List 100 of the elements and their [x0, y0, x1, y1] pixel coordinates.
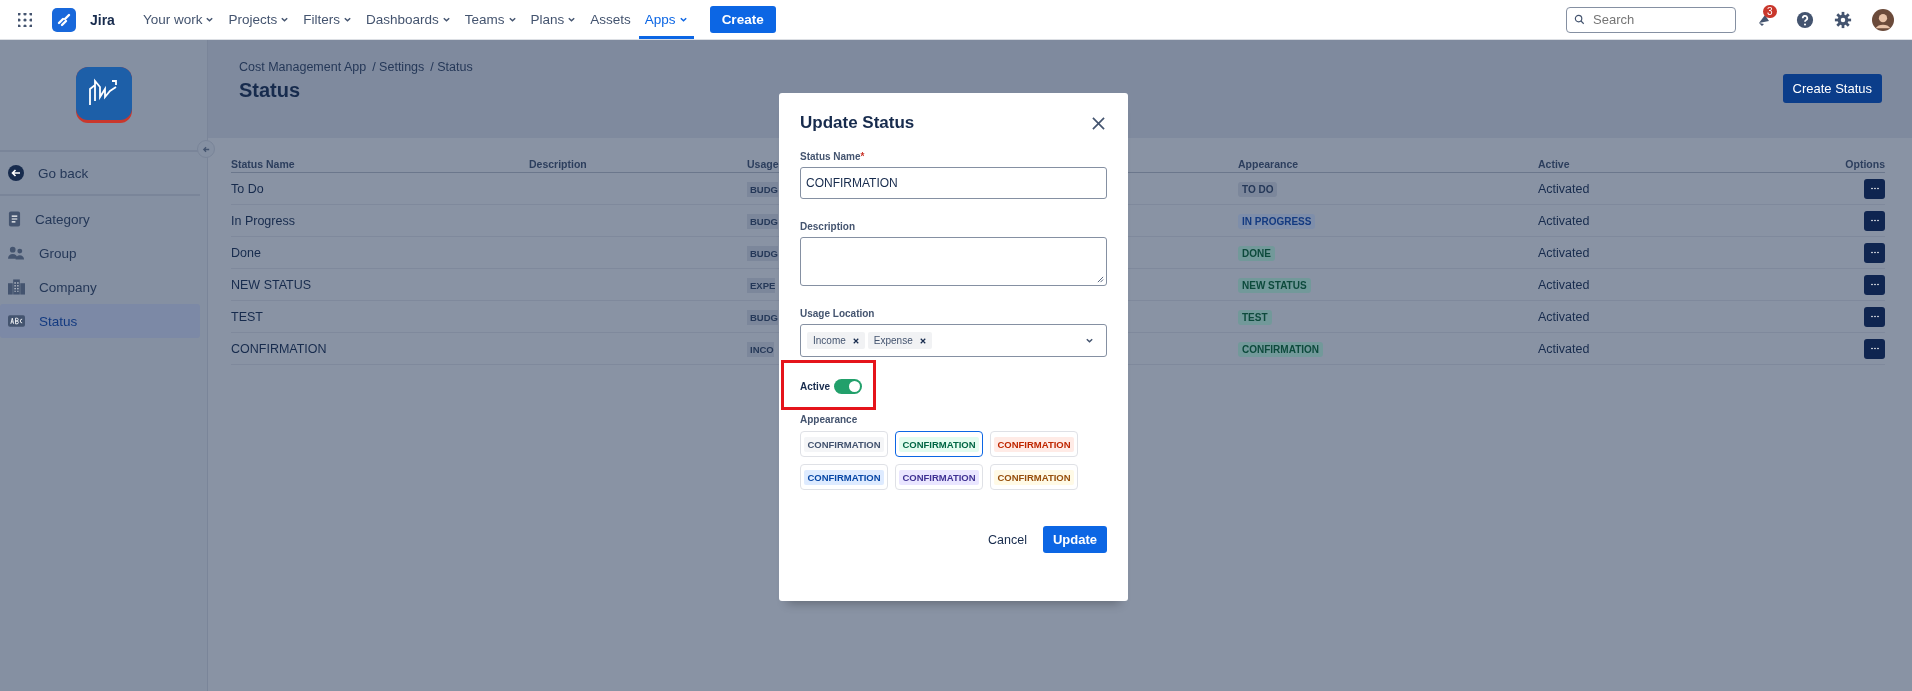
app-logo-icon [75, 67, 132, 123]
active-cell-text: Activated [1538, 213, 1591, 228]
appearance-tag: IN PROGRESS [1238, 213, 1316, 229]
product-name[interactable]: Jira [90, 11, 115, 28]
appearance-option[interactable]: CONFIRMATION [800, 431, 888, 457]
active-cell-text: Activated [1538, 277, 1591, 292]
sidebar-item-label: Status [39, 313, 78, 329]
dialog-title: Update Status [800, 113, 915, 133]
breadcrumb-link[interactable]: / Status [430, 60, 473, 74]
usage-tag: BUDG [747, 213, 778, 229]
go-back-label: Go back [38, 165, 89, 181]
sidebar-item-label: Group [39, 245, 77, 261]
more-options-button[interactable] [1864, 242, 1885, 263]
nav-menu-item[interactable]: Dashboards [360, 0, 457, 39]
resize-grip-icon [1097, 276, 1104, 283]
column-header: Description [529, 158, 588, 170]
field-label: Description [800, 221, 856, 232]
nav-menu-item[interactable]: Plans [524, 0, 583, 39]
breadcrumb-link[interactable]: / Settings [372, 60, 425, 74]
update-button[interactable]: Update [1042, 526, 1107, 553]
column-header: Appearance [1238, 158, 1300, 170]
usage-tag: EXPE [747, 277, 776, 293]
appearance-option[interactable]: CONFIRMATION [800, 464, 888, 490]
building-icon [8, 279, 25, 295]
status-name-cell-text: In Progress [231, 213, 296, 228]
column-header: Active [1538, 158, 1571, 170]
jira-logo-icon[interactable] [52, 7, 76, 32]
cancel-button[interactable]: Cancel [980, 526, 1035, 553]
status-name-cell-text: TEST [231, 309, 264, 324]
arrow-left-icon [201, 144, 211, 154]
go-back-item[interactable]: Go back [0, 152, 200, 196]
app-grid-icon[interactable] [18, 12, 32, 27]
close-button[interactable] [1090, 114, 1107, 132]
more-dots-icon [1869, 187, 1880, 190]
appearance-tag: CONFIRMATION [1238, 341, 1324, 357]
nav-menu-item[interactable]: Teams [458, 0, 523, 39]
active-cell-text: Activated [1538, 181, 1591, 196]
column-header: Status Name [231, 158, 296, 170]
more-options-button[interactable] [1864, 274, 1885, 295]
active-toggle[interactable] [834, 378, 862, 394]
create-button[interactable]: Create [709, 6, 776, 33]
more-dots-icon [1869, 315, 1880, 318]
status-name-input[interactable]: CONFIRMATION [800, 167, 1107, 199]
appearance-tag: NEW STATUS [1238, 277, 1311, 293]
sidebar-item[interactable]: Category [0, 202, 200, 236]
dropdown-chevron-icon [1085, 336, 1094, 345]
status-name-cell-text: To Do [231, 181, 265, 196]
appearance-option[interactable]: CONFIRMATION [895, 464, 983, 490]
search-field[interactable]: Search [1566, 6, 1736, 33]
nav-menu-item[interactable]: Projects [222, 0, 296, 39]
usage-tag: BUDG [747, 181, 778, 197]
field-label: Usage Location [800, 308, 876, 319]
notification-count-badge: 3 [1763, 4, 1777, 18]
appearance-option[interactable]: CONFIRMATION [990, 464, 1078, 490]
more-options-button[interactable] [1864, 178, 1885, 199]
field-label: Appearance [800, 414, 859, 425]
document-icon [8, 211, 21, 227]
sidebar-item-label: Company [39, 279, 97, 295]
sidebar-item[interactable]: Group [0, 236, 200, 270]
more-options-button[interactable] [1864, 338, 1885, 359]
status-label-icon [8, 315, 25, 327]
active-cell-text: Activated [1538, 245, 1591, 260]
appearance-option[interactable]: CONFIRMATION [895, 431, 983, 457]
status-name-cell-text: Done [231, 245, 262, 260]
remove-tag-icon[interactable] [852, 337, 859, 344]
appearance-option[interactable]: CONFIRMATION [990, 431, 1078, 457]
more-options-button[interactable] [1864, 210, 1885, 231]
usage-tag: INCO [747, 341, 774, 357]
column-header: Usage [747, 158, 780, 170]
status-name-cell-text: NEW STATUS [231, 277, 313, 292]
avatar-icon[interactable] [1872, 8, 1894, 31]
help-icon[interactable] [1796, 10, 1814, 29]
status-name-cell-text: CONFIRMATION [231, 341, 328, 356]
appearance-tag: TEST [1238, 309, 1272, 325]
usage-tag: BUDG [747, 309, 778, 325]
more-dots-icon [1869, 283, 1880, 286]
settings-icon[interactable] [1834, 10, 1852, 29]
active-cell-text: Activated [1538, 309, 1591, 324]
more-dots-icon [1869, 251, 1880, 254]
nav-menu-item[interactable]: Assets [584, 0, 637, 39]
more-options-button[interactable] [1864, 306, 1885, 327]
close-icon [1092, 116, 1105, 130]
appearance-tag: DONE [1238, 245, 1275, 261]
nav-menu-item[interactable]: Filters [297, 0, 358, 39]
more-dots-icon [1869, 347, 1880, 350]
usage-location-select[interactable]: Income Expense [800, 324, 1107, 357]
active-label: Active [800, 380, 830, 392]
sidebar-item-label: Category [35, 211, 90, 227]
remove-tag-icon[interactable] [919, 337, 926, 344]
column-header: Options [1844, 158, 1885, 170]
nav-menu-item[interactable]: Your work [136, 0, 221, 39]
people-icon [8, 246, 25, 260]
active-cell-text: Activated [1538, 341, 1591, 356]
more-dots-icon [1869, 219, 1880, 222]
create-status-button[interactable]: Create Status [1782, 74, 1882, 103]
page-title: Status [239, 79, 301, 102]
appearance-tag: TO DO [1238, 181, 1278, 197]
sidebar-item[interactable]: Company [0, 270, 200, 304]
description-textarea[interactable] [800, 237, 1107, 286]
field-label: Status Name* [800, 151, 866, 162]
